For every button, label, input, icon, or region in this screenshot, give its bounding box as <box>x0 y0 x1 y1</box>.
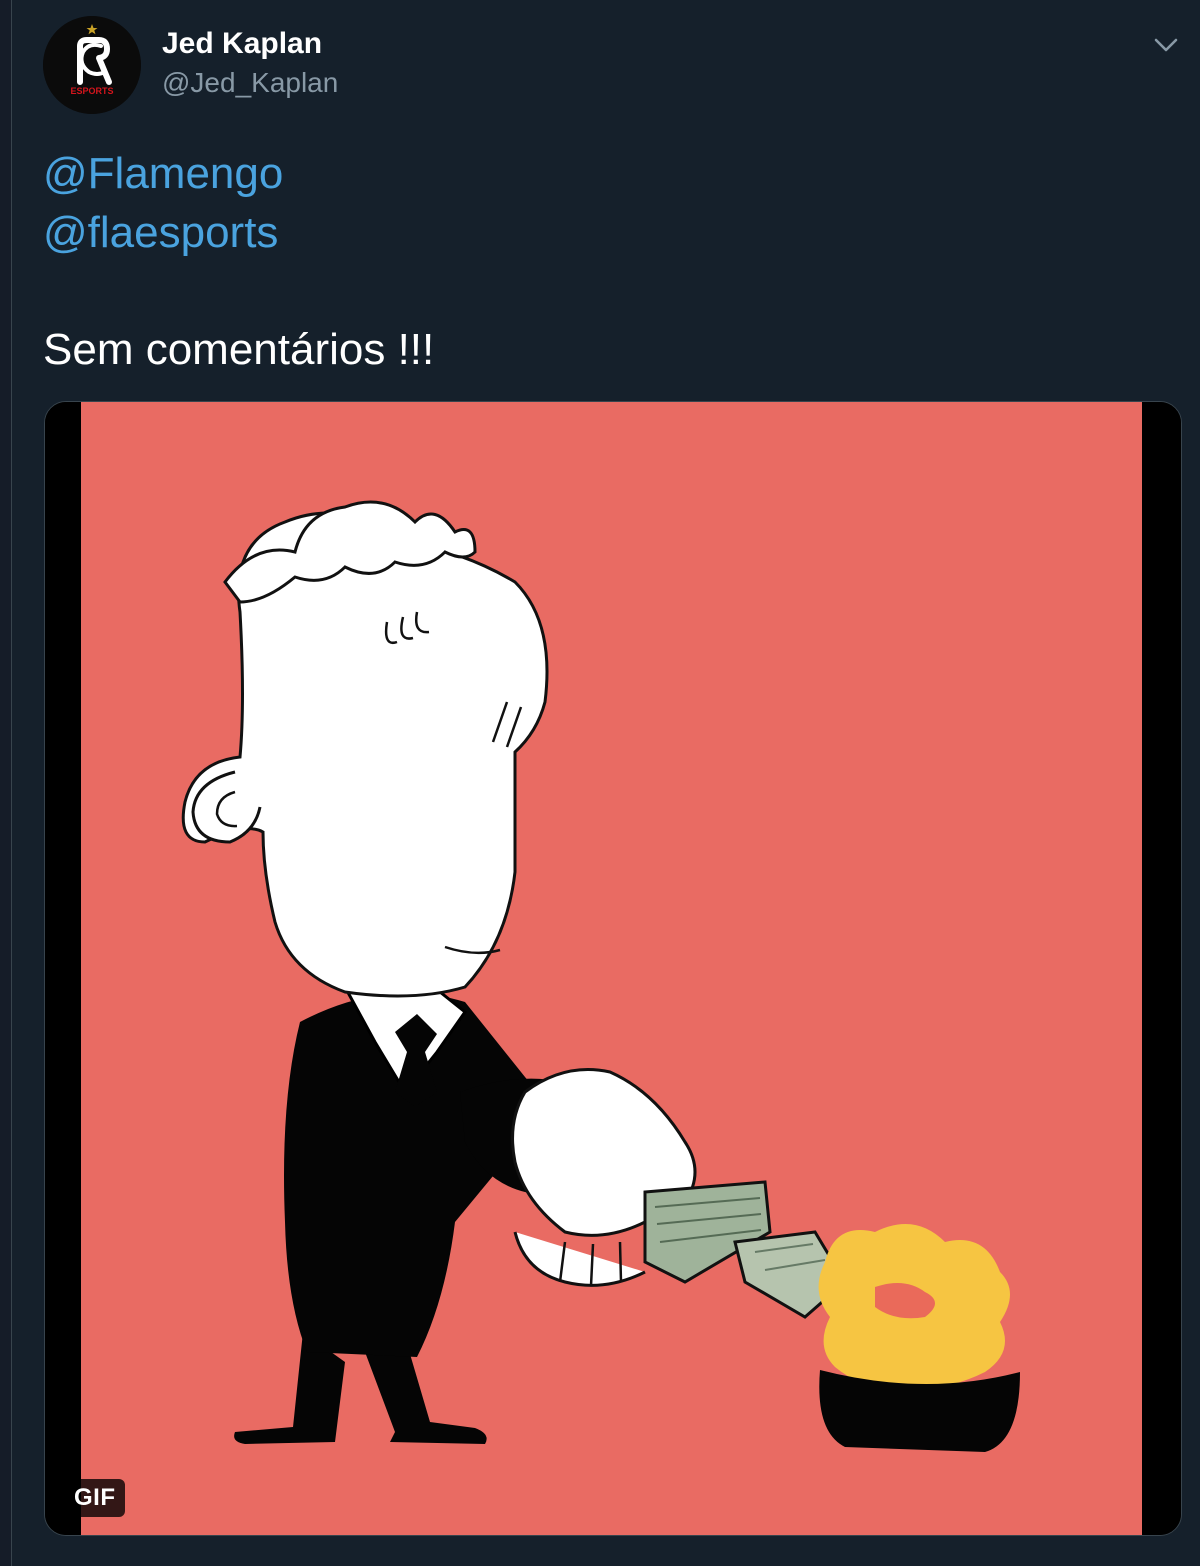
tweet-text: @Flamengo @flaesports Sem comentários !!… <box>43 144 1163 379</box>
chevron-down-icon[interactable] <box>1148 26 1184 62</box>
avatar-logo-text: ESPORTS <box>70 86 113 96</box>
gif-media[interactable]: GIF <box>44 401 1182 1536</box>
gif-badge: GIF <box>65 1479 125 1517</box>
mention-flaesports[interactable]: @flaesports <box>43 203 1163 262</box>
tweet-card: ESPORTS Jed Kaplan @Jed_Kaplan @Flamengo… <box>11 0 1200 1566</box>
author-name[interactable]: Jed Kaplan <box>162 26 322 62</box>
author-handle[interactable]: @Jed_Kaplan <box>162 66 338 100</box>
text-spacer <box>43 262 1163 320</box>
tweet-body-text: Sem comentários !!! <box>43 325 435 374</box>
gif-illustration <box>45 402 1181 1535</box>
mention-flamengo[interactable]: @Flamengo <box>43 144 1163 203</box>
flamengo-esports-logo: ESPORTS <box>43 16 141 114</box>
author-avatar[interactable]: ESPORTS <box>43 16 141 114</box>
